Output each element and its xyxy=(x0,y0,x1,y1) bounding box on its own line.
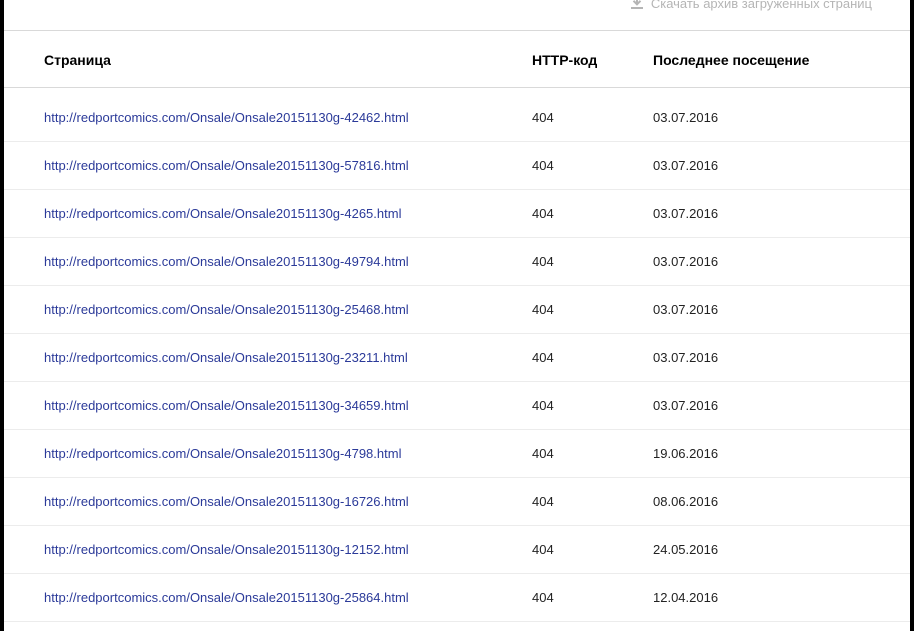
http-code-cell: 404 xyxy=(532,350,554,365)
table-row: http://redportcomics.com/Onsale/Onsale20… xyxy=(4,478,910,526)
page-url-link[interactable]: http://redportcomics.com/Onsale/Onsale20… xyxy=(44,158,409,173)
page-url-link[interactable]: http://redportcomics.com/Onsale/Onsale20… xyxy=(44,350,408,365)
last-visit-cell: 03.07.2016 xyxy=(653,158,719,173)
page-url-link[interactable]: http://redportcomics.com/Onsale/Onsale20… xyxy=(44,398,409,413)
table-row: http://redportcomics.com/Onsale/Onsale20… xyxy=(4,430,910,478)
table-row: http://redportcomics.com/Onsale/Onsale20… xyxy=(4,190,910,238)
table-row: http://redportcomics.com/Onsale/Onsale20… xyxy=(4,526,910,574)
column-header-page: Страница xyxy=(44,52,111,68)
last-visit-cell: 12.04.2016 xyxy=(653,590,719,605)
pages-panel: Скачать архив загруженных страниц Страни… xyxy=(4,0,910,631)
download-archive-link[interactable]: Скачать архив загруженных страниц xyxy=(630,0,872,11)
table-row: http://redportcomics.com/Onsale/Onsale20… xyxy=(4,142,910,190)
http-code-cell: 404 xyxy=(532,206,554,221)
table-body: http://redportcomics.com/Onsale/Onsale20… xyxy=(4,88,910,622)
page-url-link[interactable]: http://redportcomics.com/Onsale/Onsale20… xyxy=(44,542,409,557)
last-visit-cell: 08.06.2016 xyxy=(653,494,719,509)
http-code-cell: 404 xyxy=(532,302,554,317)
last-visit-cell: 03.07.2016 xyxy=(653,302,719,317)
http-code-cell: 404 xyxy=(532,158,554,173)
table-row: http://redportcomics.com/Onsale/Onsale20… xyxy=(4,574,910,622)
download-archive-label: Скачать архив загруженных страниц xyxy=(650,0,872,11)
last-visit-cell: 19.06.2016 xyxy=(653,446,719,461)
http-code-cell: 404 xyxy=(532,446,554,461)
last-visit-cell: 03.07.2016 xyxy=(653,254,719,269)
page-url-link[interactable]: http://redportcomics.com/Onsale/Onsale20… xyxy=(44,110,409,125)
last-visit-cell: 03.07.2016 xyxy=(653,206,719,221)
page-url-link[interactable]: http://redportcomics.com/Onsale/Onsale20… xyxy=(44,254,409,269)
download-icon xyxy=(630,0,643,10)
table-row: http://redportcomics.com/Onsale/Onsale20… xyxy=(4,286,910,334)
page-url-link[interactable]: http://redportcomics.com/Onsale/Onsale20… xyxy=(44,302,409,317)
last-visit-cell: 03.07.2016 xyxy=(653,110,719,125)
table-row: http://redportcomics.com/Onsale/Onsale20… xyxy=(4,334,910,382)
page-url-link[interactable]: http://redportcomics.com/Onsale/Onsale20… xyxy=(44,494,409,509)
http-code-cell: 404 xyxy=(532,590,554,605)
http-code-cell: 404 xyxy=(532,542,554,557)
http-code-cell: 404 xyxy=(532,110,554,125)
last-visit-cell: 03.07.2016 xyxy=(653,350,719,365)
table-row: http://redportcomics.com/Onsale/Onsale20… xyxy=(4,382,910,430)
http-code-cell: 404 xyxy=(532,494,554,509)
last-visit-cell: 03.07.2016 xyxy=(653,398,719,413)
http-code-cell: 404 xyxy=(532,398,554,413)
last-visit-cell: 24.05.2016 xyxy=(653,542,719,557)
table-row: http://redportcomics.com/Onsale/Onsale20… xyxy=(4,88,910,142)
page-url-link[interactable]: http://redportcomics.com/Onsale/Onsale20… xyxy=(44,590,409,605)
page-url-link[interactable]: http://redportcomics.com/Onsale/Onsale20… xyxy=(44,446,401,461)
table-header: Страница HTTP-код Последнее посещение xyxy=(4,30,910,88)
column-header-http-code: HTTP-код xyxy=(532,52,598,68)
http-code-cell: 404 xyxy=(532,254,554,269)
page-url-link[interactable]: http://redportcomics.com/Onsale/Onsale20… xyxy=(44,206,401,221)
column-header-last-visit: Последнее посещение xyxy=(653,52,810,68)
table-row: http://redportcomics.com/Onsale/Onsale20… xyxy=(4,238,910,286)
